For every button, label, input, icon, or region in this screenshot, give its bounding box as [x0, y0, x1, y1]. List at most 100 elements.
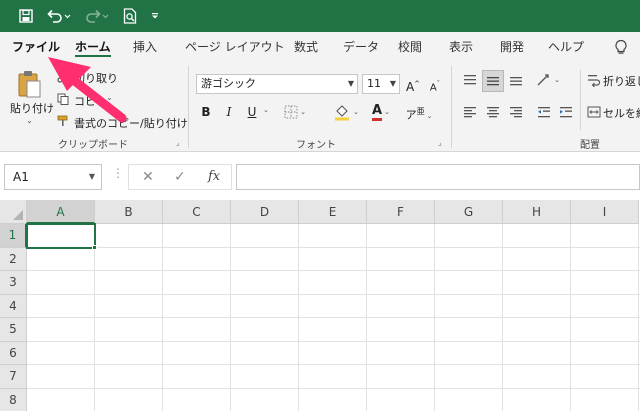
column-header-f[interactable]: F — [367, 200, 435, 224]
align-right-icon[interactable] — [506, 102, 526, 122]
chevron-down-icon: ⌄ — [426, 111, 433, 120]
row-header-3[interactable]: 3 — [0, 271, 27, 295]
align-middle-icon[interactable] — [482, 70, 504, 92]
tab-page-layout[interactable]: ページ レイアウト — [185, 32, 285, 62]
underline-dropdown-icon[interactable]: ⌄ — [263, 106, 269, 114]
column-header-b[interactable]: B — [95, 200, 163, 224]
enter-icon[interactable]: ✓ — [174, 164, 186, 190]
tab-formulas[interactable]: 数式 — [294, 32, 318, 62]
name-box[interactable]: A1 ▼ — [4, 164, 102, 190]
undo-icon[interactable] — [44, 0, 74, 32]
font-color-label: A — [372, 103, 383, 121]
insert-function-button[interactable]: fx — [208, 164, 220, 190]
ribbon-tabs: ファイル ホーム 挿入 ページ レイアウト 数式 データ 校閲 表示 開発 ヘル… — [0, 32, 640, 62]
copy-button[interactable]: コピー — [74, 93, 107, 109]
font-name-combo[interactable]: 游ゴシック ▼ — [196, 74, 358, 94]
print-preview-icon[interactable] — [118, 0, 142, 32]
wrap-text-button[interactable]: 折り返し — [603, 73, 640, 89]
column-header-h[interactable]: H — [503, 200, 571, 224]
column-header-e[interactable]: E — [299, 200, 367, 224]
font-group-label: フォント — [296, 140, 336, 151]
format-painter-icon[interactable] — [56, 114, 70, 128]
tab-developer[interactable]: 開発 — [500, 32, 524, 62]
lightbulb-icon[interactable] — [612, 38, 630, 56]
decrease-indent-icon[interactable] — [534, 102, 554, 122]
increase-font-button[interactable]: A^ — [404, 74, 422, 94]
phonetic-button[interactable]: ア亜 ⌄ — [402, 102, 436, 122]
formula-input[interactable] — [236, 164, 640, 190]
column-header-g[interactable]: G — [435, 200, 503, 224]
save-icon[interactable] — [14, 0, 38, 32]
row-header-5[interactable]: 5 — [0, 318, 27, 342]
row-header-7[interactable]: 7 — [0, 365, 27, 389]
row-header-6[interactable]: 6 — [0, 341, 27, 365]
tab-help[interactable]: ヘルプ — [548, 32, 584, 62]
merge-cells-icon[interactable] — [586, 104, 602, 120]
customize-qat-icon[interactable] — [148, 0, 162, 32]
decrease-font-button[interactable]: Aˇ — [426, 74, 444, 94]
column-header-c[interactable]: C — [163, 200, 231, 224]
select-all-button[interactable] — [0, 200, 27, 224]
decrease-font-label: A — [429, 82, 437, 94]
chevron-down-icon: ⌄ — [353, 108, 359, 116]
row-header-4[interactable]: 4 — [0, 294, 27, 318]
merge-cells-button[interactable]: セルを結 — [603, 105, 640, 121]
row-header-8[interactable]: 8 — [0, 388, 27, 411]
tab-file[interactable]: ファイル — [12, 32, 60, 62]
align-top-icon[interactable] — [460, 70, 480, 90]
align-center-icon[interactable] — [483, 102, 503, 122]
caret-down-icon: ˇ — [436, 80, 441, 88]
active-cell-a1[interactable] — [26, 223, 96, 249]
row-header-2[interactable]: 2 — [0, 247, 27, 271]
paste-dropdown-icon[interactable]: ⌄ — [26, 116, 33, 125]
font-color-button[interactable]: A ⌄ — [366, 102, 396, 122]
column-header-d[interactable]: D — [231, 200, 299, 224]
underline-button[interactable]: U — [244, 102, 260, 122]
font-launcher-icon[interactable]: ⌟ — [438, 138, 442, 147]
border-button[interactable]: ⌄ — [280, 104, 310, 120]
paste-button[interactable]: 貼り付け — [10, 100, 54, 116]
redo-icon[interactable] — [82, 0, 112, 32]
clipboard-launcher-icon[interactable]: ⌟ — [176, 138, 180, 147]
font-name-value: 游ゴシック — [201, 77, 256, 90]
gridline — [27, 340, 640, 342]
alignment-group-label: 配置 — [580, 140, 600, 151]
row-header-1[interactable]: 1 — [0, 224, 27, 248]
increase-indent-icon[interactable] — [556, 102, 576, 122]
chevron-down-icon: ⌄ — [384, 108, 390, 116]
font-size-combo[interactable]: 11 ▼ — [362, 74, 400, 94]
cancel-icon[interactable]: ✕ — [142, 164, 154, 190]
name-box-value: A1 — [13, 170, 29, 184]
copy-icon[interactable] — [56, 92, 70, 106]
align-left-icon[interactable] — [460, 102, 480, 122]
paste-icon[interactable] — [14, 68, 44, 100]
format-painter-button[interactable]: 書式のコピー/貼り付け — [74, 115, 188, 131]
tab-review[interactable]: 校閲 — [398, 32, 422, 62]
column-header-i[interactable]: I — [571, 200, 639, 224]
fill-color-button[interactable]: ⌄ — [330, 102, 362, 122]
tab-data[interactable]: データ — [343, 32, 379, 62]
phonetic-label: ア — [405, 108, 417, 122]
fill-handle[interactable] — [92, 244, 97, 250]
align-bottom-icon[interactable] — [506, 70, 526, 90]
increase-font-label: A — [405, 80, 415, 94]
italic-button[interactable]: I — [221, 102, 237, 122]
ribbon: 貼り付け ⌄ 切り取り コピー ⌄ 書式のコピー/貼り付け クリップボード ⌟ … — [0, 62, 640, 152]
group-divider — [451, 66, 452, 148]
wrap-text-icon[interactable] — [586, 72, 602, 88]
cut-button[interactable]: 切り取り — [74, 70, 118, 86]
chevron-down-icon: ⌄ — [300, 108, 306, 116]
bold-button[interactable]: B — [198, 102, 214, 122]
chevron-down-icon: ▼ — [88, 172, 95, 181]
chevron-down-icon: ▼ — [347, 79, 354, 88]
tab-home[interactable]: ホーム — [75, 32, 111, 62]
worksheet-grid[interactable]: ABCDEFGHI 12345678 — [0, 200, 640, 411]
tab-view[interactable]: 表示 — [449, 32, 473, 62]
tab-insert[interactable]: 挿入 — [133, 32, 157, 62]
vertical-ellipsis-icon[interactable]: ⋮ — [112, 166, 124, 180]
copy-dropdown-icon[interactable]: ⌄ — [106, 93, 113, 102]
gridline — [27, 317, 640, 318]
cut-icon[interactable] — [56, 70, 70, 84]
column-header-a[interactable]: A — [27, 200, 95, 224]
orientation-icon[interactable]: ⌄ — [534, 70, 562, 90]
